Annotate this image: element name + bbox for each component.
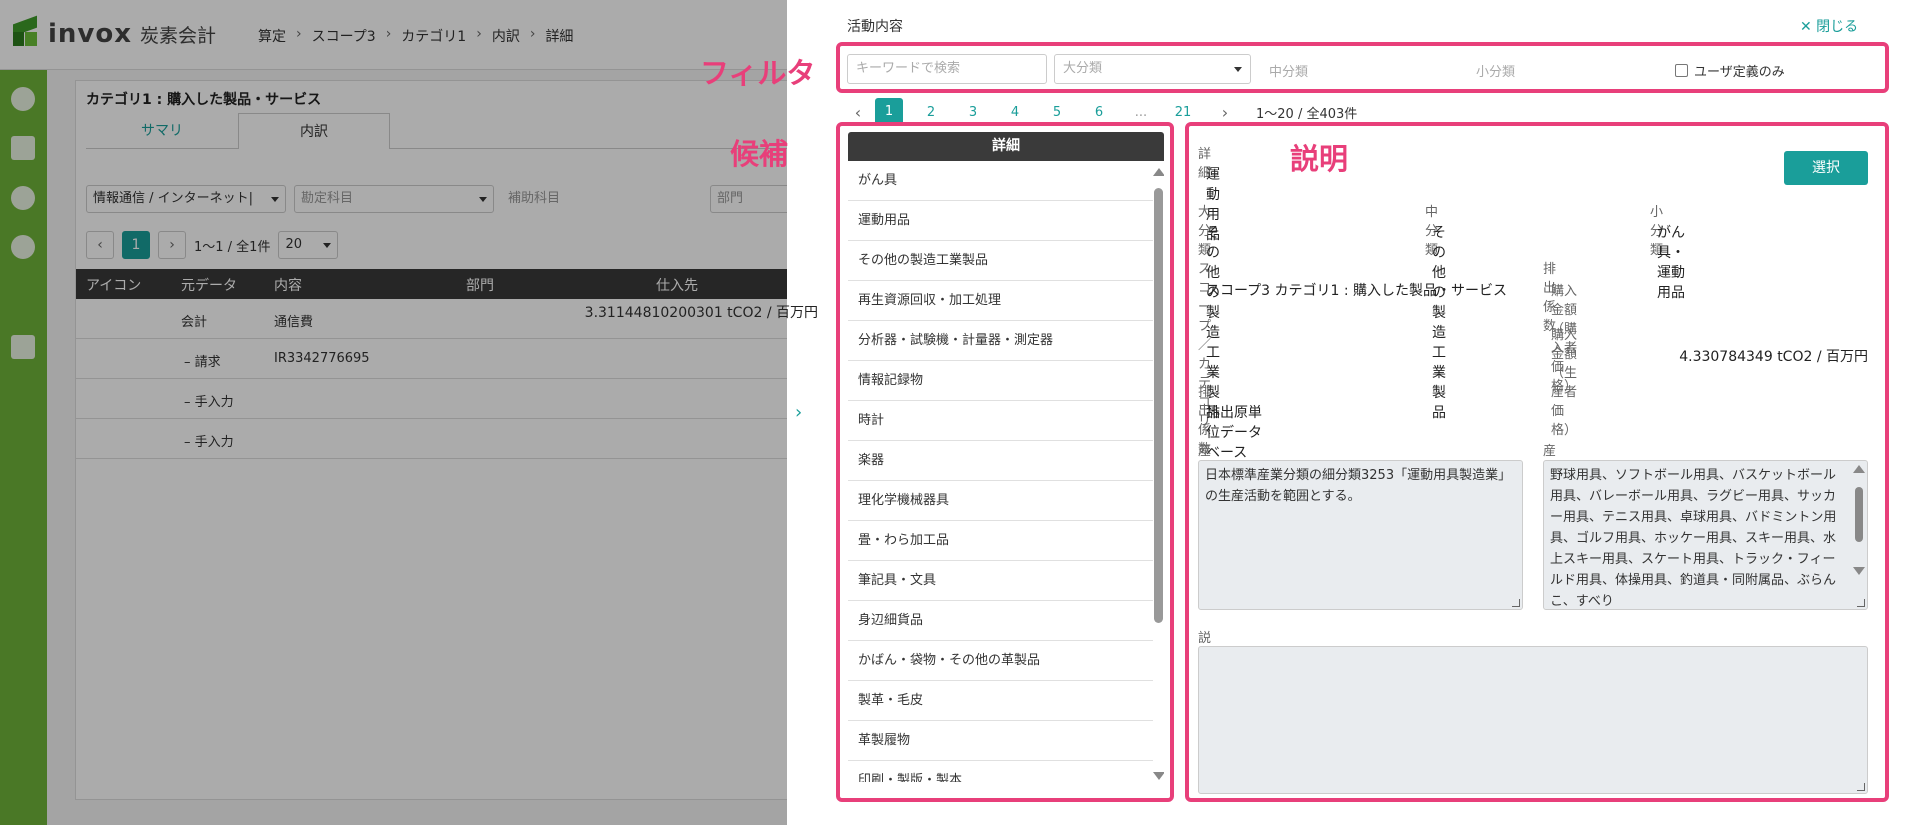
- page-button[interactable]: 3: [952, 105, 994, 120]
- close-button[interactable]: ✕ 閉じる: [1800, 16, 1858, 36]
- page-button[interactable]: 5: [1036, 105, 1078, 120]
- chevron-left-icon[interactable]: ‹: [848, 103, 868, 122]
- annotation-filter: フィルタ: [700, 56, 816, 90]
- annotation-candidates: 候補: [730, 137, 789, 171]
- modal-overlay[interactable]: [0, 0, 787, 825]
- page-button[interactable]: 4: [994, 105, 1036, 120]
- description-highlight: [1185, 122, 1889, 802]
- chevron-right-icon[interactable]: ›: [795, 402, 802, 423]
- page-button[interactable]: 6: [1078, 105, 1120, 120]
- annotation-explanation: 説明: [1290, 142, 1349, 176]
- background-app: invox 炭素会計 算定 › スコープ3 › カテゴリ1 › 内訳 › 詳細 カテゴリ…: [0, 0, 787, 825]
- candidates-highlight: [836, 122, 1174, 802]
- factor-buyer-value: 3.31144810200301 tCO2 / 百万円: [584, 305, 818, 321]
- page-button[interactable]: 21: [1162, 105, 1204, 120]
- chevron-right-icon[interactable]: ›: [1204, 103, 1246, 122]
- activity-dialog: 活動内容 ✕ 閉じる キーワードで検索 大分類 中分類 小分類 ユーザ定義のみ …: [585, 0, 1907, 825]
- page-ellipsis: ...: [1134, 104, 1148, 120]
- filter-highlight: [836, 42, 1889, 93]
- page-button[interactable]: 2: [910, 105, 952, 120]
- dialog-title: 活動内容: [847, 19, 903, 35]
- page-info: 1〜20 / 全403件: [1256, 106, 1358, 122]
